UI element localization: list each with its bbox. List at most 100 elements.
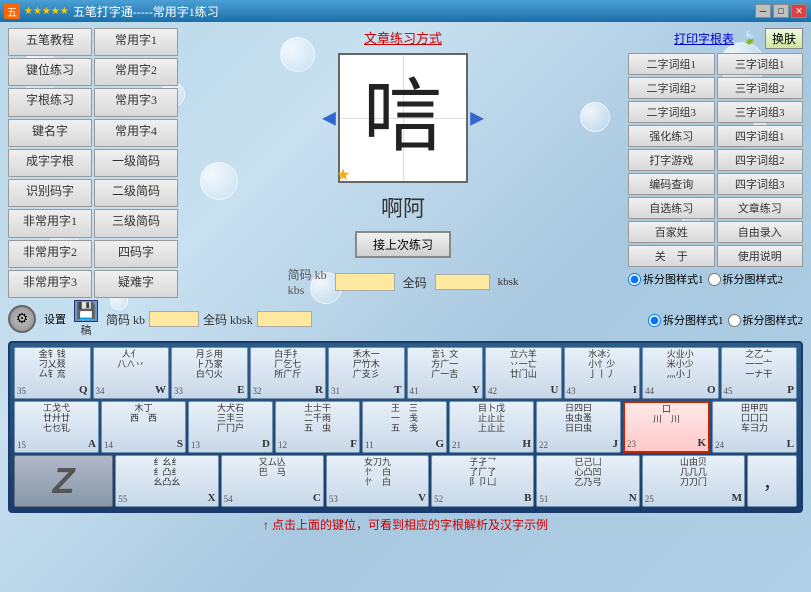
nav-sanzicizu3[interactable]: 三字词组3 [717,101,804,123]
nav-sizicizu1[interactable]: 四字词组1 [717,125,804,147]
toolbar-fullcode-label: 全码 kbsk [203,311,253,328]
key-c[interactable]: 又ム亾巴 马 54 C [221,455,324,507]
key-t[interactable]: 禾木一尸竹木广支彡 31 T [328,347,405,399]
key-g[interactable]: 王 三一 戋五 戋 11 G [362,401,447,453]
fullcode-input[interactable] [435,274,490,290]
nav-erjianjiandma[interactable]: 二级简码 [94,179,178,207]
key-h[interactable]: 目卜戊止止止上止止 21 H [449,401,534,453]
nav-shibiemazhi[interactable]: 识别码字 [8,179,92,207]
key-d[interactable]: 大犬石三丰三厂冂户 13 D [188,401,273,453]
nav-bianmachaxun[interactable]: 编码查询 [628,173,715,195]
nav-zigenlianxi[interactable]: 字根练习 [8,88,92,116]
split-style1-option[interactable]: 拆分图样式1 [628,271,704,287]
nav-jiweilian[interactable]: 键位练习 [8,58,92,86]
nav-feichanyong3[interactable]: 非常用字3 [8,270,92,298]
nav-simazi[interactable]: 四码字 [94,240,178,268]
toolbar-split2-radio[interactable] [728,314,741,327]
toolbar-shortcode-input[interactable] [149,311,199,327]
shortcode-label: 简码 kbkbs [288,266,327,298]
key-b[interactable]: 子孑乛了厂了阝卩凵 52 B [431,455,534,507]
split-style1-radio[interactable] [628,273,641,286]
minimize-button[interactable]: ─ [755,4,771,18]
nav-sizicizu2[interactable]: 四字词组2 [717,149,804,171]
nav-zhanglianxi[interactable]: 文章练习 [717,197,804,219]
nav-erzicizu1[interactable]: 二字词组1 [628,53,715,75]
key-x[interactable]: 纟幺纟纟凸纟幺凸幺 55 X [115,455,218,507]
nav-erzicizu2[interactable]: 二字词组2 [628,77,715,99]
nav-shiyongshuoming[interactable]: 使用说明 [717,245,804,267]
save-button[interactable]: 💾 稿 [74,300,98,338]
toolbar-split1-label: 拆分图样式1 [663,312,724,328]
key-e[interactable]: 月彡用⺊乃家白勺火 33 E [171,347,248,399]
toolbar-fullcode-input[interactable] [257,311,312,327]
save-disk-icon: 💾 [74,300,98,322]
settings-icon[interactable]: ⚙ [8,305,36,333]
key-v[interactable]: 女刀九㣺 白㣺 白 53 V [326,455,429,507]
close-button[interactable]: ✕ [791,4,807,18]
key-n[interactable]: 已己凵心凸凹乙乃弓 51 N [536,455,639,507]
char-prev-button[interactable]: ◀ [322,108,336,129]
nav-zixuanlianxi[interactable]: 自选练习 [628,197,715,219]
key-z[interactable]: Z [14,455,113,507]
nav-sizicizu3[interactable]: 四字词组3 [717,173,804,195]
nav-baijiaxing[interactable]: 百家姓 [628,221,715,243]
key-y[interactable]: 言讠文方广一广一吉 41 Y [407,347,484,399]
split-style2-radio[interactable] [708,273,721,286]
key-p[interactable]: 之乙亠一一亠一ナ干 45 P [721,347,798,399]
nav-jianmingzi[interactable]: 键名字 [8,119,92,147]
toolbar-split1-option[interactable]: 拆分图样式1 [648,312,724,328]
toolbar-split1-radio[interactable] [648,314,661,327]
nav-changyongzi2[interactable]: 常用字2 [94,58,178,86]
practice-button[interactable]: 接上次练习 [355,231,451,258]
nav-yinanzi[interactable]: 疑难字 [94,270,178,298]
key-i[interactable]: 水冰氵小忄少亅丨丿 43 I [564,347,641,399]
key-m[interactable]: 山由贝几几几刀刀门 25 M [642,455,745,507]
nav-guanyu[interactable]: 关 于 [628,245,715,267]
nav-yijianjiandma[interactable]: 一级简码 [94,149,178,177]
nav-feichanyong1[interactable]: 非常用字1 [8,209,92,237]
key-o[interactable]: 火业小米小少灬小亅 44 O [642,347,719,399]
split-style2-option[interactable]: 拆分图样式2 [708,271,784,287]
char-wrapper: ◀ 唁 ▶ ★ [338,53,468,183]
key-w[interactable]: 人亻八∧丷 34 W [93,347,170,399]
nav-sanzicizu1[interactable]: 三字词组1 [717,53,804,75]
key-s[interactable]: 木丁西 西 14 S [101,401,186,453]
nav-sanzicizu2[interactable]: 三字词组2 [717,77,804,99]
nav-chengzizigen[interactable]: 成字字根 [8,149,92,177]
nav-wubijiaocheng[interactable]: 五笔教程 [8,28,92,56]
app-icon: 五 [4,3,20,19]
nav-sanjianjiandma[interactable]: 三级简码 [94,209,178,237]
key-q[interactable]: 金钅钱刁乂叕厶钅㐬 35 Q [14,347,91,399]
nav-qianghualizhi[interactable]: 强化练习 [628,125,715,147]
center-panel: 文章练习方式 ◀ 唁 ▶ ★ 啊阿 接上次练习 简码 kbkbs 全码 kbsk [182,28,624,298]
print-link[interactable]: 打印字根表 [674,30,734,47]
nav-changyongzi4[interactable]: 常用字4 [94,119,178,147]
key-k[interactable]: 口川 川 23 K [623,401,710,453]
right-nav: 打印字根表 🍃 换肤 二字词组1 三字词组1 二字词组2 三字词组2 二字词组3… [628,28,803,298]
split-style2-label: 拆分图样式2 [723,271,784,287]
nav-ziyoulu[interactable]: 自由录入 [717,221,804,243]
key-r[interactable]: 白手扌厂乞七所广斤 32 R [250,347,327,399]
nav-feichanyong2[interactable]: 非常用字2 [8,240,92,268]
shortcode-input[interactable] [335,273,395,291]
toolbar-split2-option[interactable]: 拆分图样式2 [728,312,804,328]
exchange-button[interactable]: 换肤 [765,28,803,49]
nav-changyongzi1[interactable]: 常用字1 [94,28,178,56]
char-next-button[interactable]: ▶ [470,108,484,129]
key-u[interactable]: 立六羊丷一亡廿门山 42 U [485,347,562,399]
nav-erzicizu3[interactable]: 二字词组3 [628,101,715,123]
key-f[interactable]: 土士干二千雨五 虫 12 F [275,401,360,453]
toolbar-shortcode-area: 简码 kb 全码 kbsk [106,311,640,328]
key-l[interactable]: 田甲四囗囗囗车彐力 24 L [712,401,797,453]
nav-daziyouxi[interactable]: 打字游戏 [628,149,715,171]
article-link[interactable]: 文章练习方式 [364,28,442,47]
maximize-button[interactable]: □ [773,4,789,18]
left-nav: 五笔教程 常用字1 键位练习 常用字2 字根练习 常用字3 键名字 常用字4 成… [8,28,178,298]
toolbar-split2-label: 拆分图样式2 [743,312,804,328]
key-j[interactable]: 日四曰虫虫蚤日曰虫 22 J [536,401,621,453]
key-a[interactable]: 工戈弋廿廾廿七乜钆 15 A [14,401,99,453]
nav-changyongzi3[interactable]: 常用字3 [94,88,178,116]
toolbar-row: ⚙ 设置 💾 稿 简码 kb 全码 kbsk 拆分图样式1 拆分图样式2 [8,300,803,338]
top-section: 五笔教程 常用字1 键位练习 常用字2 字根练习 常用字3 键名字 常用字4 成… [0,22,811,298]
key-comma[interactable]: ， [747,455,797,507]
